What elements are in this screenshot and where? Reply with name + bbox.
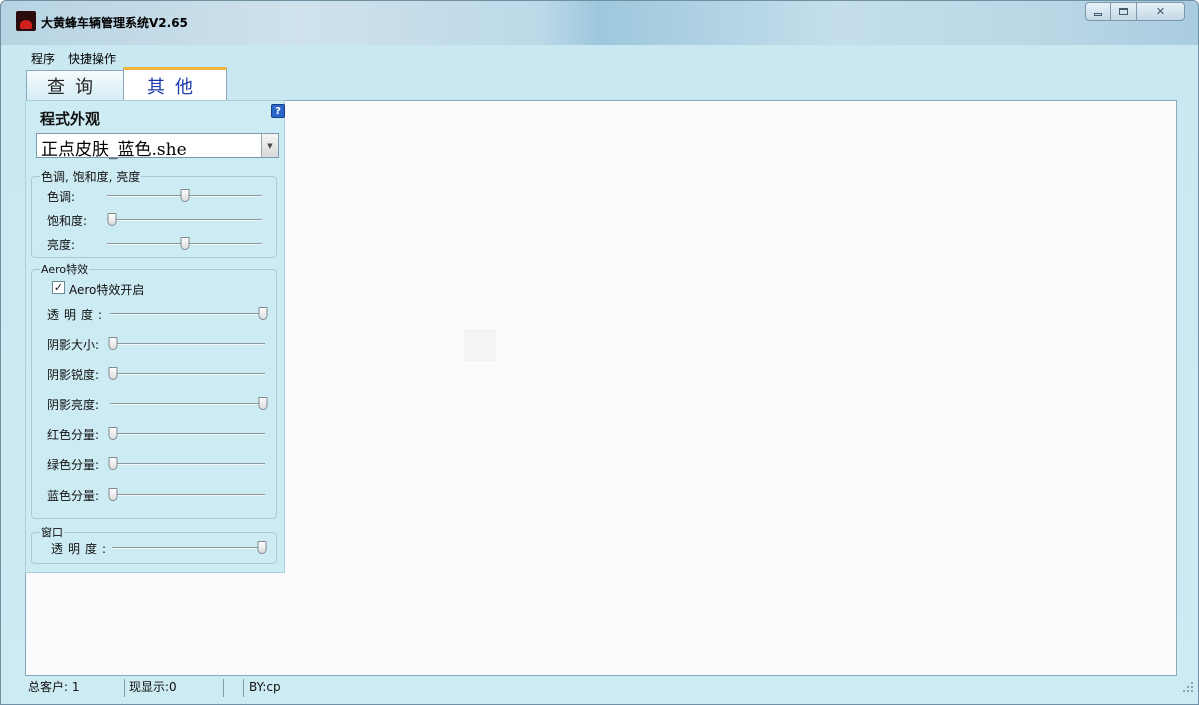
skin-select[interactable]: 正点皮肤_蓝色.she ▼ [36, 133, 279, 160]
status-divider [124, 679, 125, 697]
shadow-sharpness-row: 阴影锐度: [47, 365, 291, 383]
green-component-label: 绿色分量: [47, 458, 100, 472]
appearance-group-title: 程式外观 [39, 108, 102, 129]
window-transparency-slider-thumb[interactable] [257, 541, 267, 554]
window-title: 大黄蜂车辆管理系统V2.65 [41, 16, 188, 30]
maximize-icon [1119, 8, 1128, 15]
main-window: 大黄蜂车辆管理系统V2.65 ✕ 程序 快捷操作 查询 其他 ? 程式外观 正点… [0, 0, 1199, 705]
aero-enable-label: Aero特效开启 [69, 283, 145, 297]
menu-program[interactable]: 程序 [31, 50, 55, 67]
aero-group: Aero特效 ✓ Aero特效开启 透明度: 阴影大小: 阴影锐度: 阴影亮度:… [31, 261, 277, 519]
window-transparency-row: 透明度: [51, 539, 295, 557]
app-logo-icon[interactable] [16, 11, 36, 31]
brightness-label: 亮度: [47, 238, 76, 252]
placeholder-square [464, 329, 496, 361]
title-bar[interactable]: 大黄蜂车辆管理系统V2.65 ✕ [1, 1, 1198, 45]
hsl-group-title: 色调, 饱和度, 亮度 [40, 168, 142, 185]
tab-other[interactable]: 其他 [123, 67, 227, 101]
hue-row: 色调: [47, 187, 291, 205]
saturation-slider-track[interactable] [107, 219, 262, 221]
hue-slider-thumb[interactable] [180, 189, 189, 202]
status-author: BY:cp [249, 680, 281, 694]
brightness-row: 亮度: [47, 235, 291, 253]
chevron-down-icon[interactable]: ▼ [261, 134, 278, 157]
blue-component-slider-thumb[interactable] [108, 488, 118, 501]
menu-bar: 程序 快捷操作 [31, 50, 116, 67]
red-component-slider-track[interactable] [110, 433, 265, 435]
status-divider [223, 679, 224, 697]
shadow-brightness-slider-thumb[interactable] [258, 397, 268, 410]
minimize-button[interactable] [1085, 2, 1111, 21]
aero-transparency-slider-thumb[interactable] [258, 307, 268, 320]
shadow-size-slider-thumb[interactable] [108, 337, 118, 350]
aero-transparency-label: 透明度: [47, 308, 108, 322]
red-component-label: 红色分量: [47, 428, 100, 442]
shadow-brightness-row: 阴影亮度: [47, 395, 291, 413]
aero-transparency-row: 透明度: [47, 305, 291, 323]
shadow-size-label: 阴影大小: [47, 338, 100, 352]
aero-group-title: Aero特效 [40, 261, 90, 277]
shadow-sharpness-label: 阴影锐度: [47, 368, 100, 382]
shadow-sharpness-slider-thumb[interactable] [108, 367, 118, 380]
blue-component-label: 蓝色分量: [47, 489, 100, 503]
window-group: 窗口 透明度: [31, 524, 277, 564]
hsl-group: 色调, 饱和度, 亮度 色调: 饱和度: 亮度: [31, 168, 277, 258]
skin-select-value: 正点皮肤_蓝色.she [41, 140, 187, 160]
appearance-group: 程式外观 正点皮肤_蓝色.she ▼ 色调, 饱和度, 亮度 色调: 饱和度: [31, 108, 280, 569]
red-component-row: 红色分量: [47, 425, 291, 443]
green-component-slider-thumb[interactable] [108, 457, 118, 470]
close-button[interactable]: ✕ [1137, 2, 1185, 21]
blue-component-row: 蓝色分量: [47, 486, 291, 504]
maximize-button[interactable] [1111, 2, 1137, 21]
aero-enable-checkbox[interactable]: ✓ [52, 281, 65, 294]
window-controls: ✕ [1085, 2, 1185, 21]
blue-component-slider-track[interactable] [110, 494, 265, 496]
shadow-brightness-slider-track[interactable] [110, 403, 265, 405]
window-transparency-slider-track[interactable] [112, 547, 267, 549]
tab-query[interactable]: 查询 [26, 70, 124, 101]
status-divider [243, 679, 244, 697]
shadow-brightness-label: 阴影亮度: [47, 398, 100, 412]
resize-grip-icon[interactable] [1181, 680, 1195, 694]
appearance-panel: ? 程式外观 正点皮肤_蓝色.she ▼ 色调, 饱和度, 亮度 色调: 饱和度… [25, 100, 285, 573]
shadow-sharpness-slider-track[interactable] [110, 373, 265, 375]
minimize-icon [1094, 12, 1102, 16]
status-total-customers: 总客户: 1 [28, 680, 80, 694]
red-component-slider-thumb[interactable] [108, 427, 118, 440]
shadow-size-row: 阴影大小: [47, 335, 291, 353]
aero-transparency-slider-track[interactable] [110, 313, 265, 315]
green-component-row: 绿色分量: [47, 455, 291, 473]
status-bar: 总客户: 1 现显示:0 BY:cp [25, 678, 1193, 698]
shadow-size-slider-track[interactable] [110, 343, 265, 345]
saturation-slider-thumb[interactable] [107, 213, 117, 226]
close-icon: ✕ [1155, 5, 1166, 18]
menu-quick-actions[interactable]: 快捷操作 [68, 50, 116, 67]
hue-label: 色调: [47, 190, 76, 204]
window-group-title: 窗口 [40, 524, 64, 540]
green-component-slider-track[interactable] [110, 463, 265, 465]
brightness-slider-thumb[interactable] [180, 237, 189, 250]
status-now-showing: 现显示:0 [129, 680, 177, 694]
window-transparency-label: 透明度: [51, 542, 112, 556]
saturation-row: 饱和度: [47, 211, 291, 229]
saturation-label: 饱和度: [47, 214, 88, 228]
